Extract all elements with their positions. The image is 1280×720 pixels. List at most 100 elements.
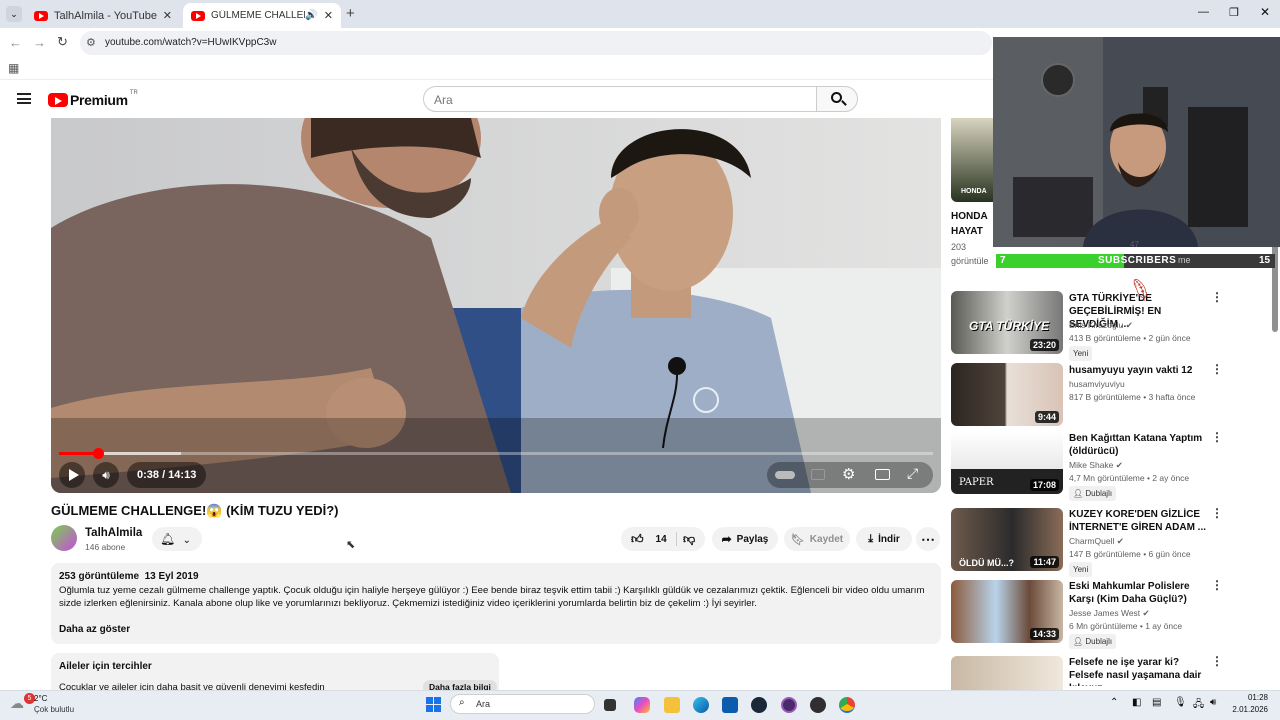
sidebar-channel-4[interactable]: CharmQuell ✔	[1069, 535, 1209, 548]
verified-icon: ✔	[1116, 536, 1124, 546]
apps-grid-icon[interactable]: ▦	[8, 61, 19, 75]
dislike-icon[interactable]: 👎︎	[683, 532, 695, 547]
video-player[interactable]: 🔊︎ 0:38 / 14:13 ⚙ ⤢	[51, 118, 941, 493]
sidebar-thumb-6[interactable]	[951, 656, 1063, 690]
search-button[interactable]	[816, 86, 858, 112]
tab-video[interactable]: GÜLMEME CHALLENGE!😱 🔊 ✕	[183, 3, 341, 28]
tab-list-chevron-icon[interactable]: ⌄	[6, 6, 22, 22]
tray-chevron-icon[interactable]: ⌃	[1110, 697, 1118, 708]
reload-icon[interactable]: ↻	[57, 34, 68, 50]
download-icon: ⤓	[868, 532, 874, 545]
sidebar-channel-1[interactable]: Enis Kirazoglu ✔	[1069, 319, 1209, 332]
sidebar-partial-meta-hidden-2: 47	[1130, 240, 1139, 249]
fullscreen-icon[interactable]: ⤢	[907, 465, 918, 482]
menu-icon[interactable]	[17, 93, 31, 104]
save-label: Kaydet	[809, 533, 844, 545]
tray-app-icon[interactable]: ◧	[1132, 697, 1141, 708]
miniplayer-icon[interactable]	[875, 469, 890, 480]
microphone-icon[interactable]: 🎙︎	[1174, 697, 1187, 708]
subtitles-icon[interactable]	[811, 469, 825, 480]
sidebar-thumb-5[interactable]: 14:33	[951, 580, 1063, 643]
sidebar-title-4[interactable]: KUZEY KORE'DEN GİZLİCE İNTERNET'E GİREN …	[1069, 508, 1207, 534]
save-button[interactable]: 🔖︎ Kaydet	[784, 527, 850, 551]
url-field[interactable]: ⚙ youtube.com/watch?v=HUwIKVppC3w	[80, 31, 992, 55]
clock-date[interactable]: 2.01.2026	[1224, 705, 1268, 714]
youtube-favicon-icon	[191, 10, 205, 21]
channel-avatar[interactable]	[51, 525, 77, 551]
file-explorer-icon[interactable]	[664, 697, 680, 713]
family-card: Aileler için tercihler Çocuklar ve ailel…	[51, 653, 499, 694]
show-less-button[interactable]: Daha az göster	[59, 624, 130, 635]
progress-track[interactable]	[59, 448, 933, 459]
app-circle-icon[interactable]	[781, 697, 797, 713]
kebab-menu-icon[interactable]: ⋮	[1211, 655, 1223, 667]
sidebar-title-3[interactable]: Ben Kağıttan Katana Yaptım (öldürücü)	[1069, 432, 1207, 458]
thumb-text: ÖLDÜ MÜ...?	[959, 558, 1014, 568]
sidebar-thumb-4[interactable]: ÖLDÜ MÜ...? 11:47	[951, 508, 1063, 571]
chrome-icon[interactable]	[839, 697, 855, 713]
restore-icon[interactable]: ❐	[1229, 6, 1239, 19]
kebab-menu-icon[interactable]: ⋮	[1211, 431, 1223, 443]
play-button[interactable]	[59, 462, 85, 488]
youtube-favicon-icon	[34, 10, 48, 21]
task-view-icon[interactable]	[604, 699, 616, 711]
kebab-menu-icon[interactable]: ⋮	[1211, 291, 1223, 303]
more-actions-button[interactable]: ⋯	[916, 527, 940, 551]
kebab-menu-icon[interactable]: ⋮	[1211, 579, 1223, 591]
share-button[interactable]: ➦ Paylaş	[712, 527, 778, 551]
minimize-icon[interactable]: —	[1198, 6, 1209, 18]
start-button[interactable]	[426, 697, 441, 712]
tab-channel[interactable]: TalhAlmila - YouTube ✕	[26, 3, 180, 28]
sidebar-title-2[interactable]: husamyuyu yayın vakti 12	[1069, 364, 1207, 377]
obs-icon[interactable]	[810, 697, 826, 713]
close-window-icon[interactable]: ✕	[1260, 5, 1270, 19]
network-icon[interactable]: 🖧	[1193, 697, 1204, 714]
like-dislike-group: 👍︎ 14 👎︎	[621, 527, 705, 551]
search-input[interactable]: Ara	[423, 86, 817, 112]
clock-time[interactable]: 01:28	[1234, 693, 1268, 702]
edge-icon[interactable]	[693, 697, 709, 713]
steam-icon[interactable]	[751, 697, 767, 713]
webcam-overlay	[993, 37, 1280, 247]
sidebar-title-5[interactable]: Eski Mahkumlar Polislere Karşı (Kim Daha…	[1069, 580, 1207, 606]
sidebar-stats-2: 817 B görüntüleme • 3 hafta önce	[1069, 392, 1196, 402]
forward-icon[interactable]: →	[33, 35, 46, 50]
sidebar-title-6[interactable]: Felsefe ne işe yarar ki? Felsefe nasıl y…	[1069, 656, 1207, 686]
speaker-icon[interactable]: 🔊︎	[1210, 697, 1216, 708]
description-box[interactable]: 253 görüntüleme 13 Eyl 2019 Oğlumla tuz …	[51, 563, 941, 644]
back-icon[interactable]: ←	[9, 35, 22, 50]
sidebar-thumb-3[interactable]: PAPER 17:08	[951, 431, 1063, 494]
sidebar-thumb-1[interactable]: GTA TÜRKİYE 23:20	[951, 291, 1063, 354]
copilot-icon[interactable]	[634, 697, 650, 713]
new-tab-button[interactable]: +	[346, 5, 355, 22]
duration-badge: 23:20	[1029, 339, 1059, 351]
sidebar-channel-3[interactable]: Mike Shake ✔	[1069, 459, 1209, 472]
duration-badge: 11:47	[1030, 556, 1059, 568]
sidebar-channel-2[interactable]: husamviyuviyu	[1069, 378, 1209, 391]
like-count[interactable]: 14	[656, 534, 667, 545]
like-icon[interactable]: 👍︎	[631, 532, 644, 547]
sidebar-thumb-2[interactable]: 9:44	[951, 363, 1063, 426]
weather-widget[interactable]: ☁ 5 2°C Çok bulutlu	[6, 693, 86, 717]
tray-app-icon-2[interactable]: ▤	[1152, 697, 1161, 708]
subscriber-goal-bar: 7 SUBSCRIBERS me 15	[996, 254, 1275, 268]
sidebar-partial-title[interactable]: HONDA HAYAT	[951, 209, 988, 239]
close-tab-icon[interactable]: ✕	[324, 9, 333, 22]
share-icon: ➦	[721, 532, 732, 546]
channel-name[interactable]: TalhAlmila	[85, 527, 142, 539]
volume-button[interactable]: 🔊︎	[93, 462, 119, 488]
taskbar-search[interactable]: ⌕ Ara	[450, 694, 595, 714]
site-info-icon[interactable]: ⚙	[86, 36, 96, 49]
store-icon[interactable]	[722, 697, 738, 713]
download-button[interactable]: ⤓ İndir	[856, 527, 912, 551]
kebab-menu-icon[interactable]: ⋮	[1211, 363, 1223, 375]
sidebar-channel-5[interactable]: Jesse James West ✔	[1069, 607, 1209, 620]
kebab-menu-icon[interactable]: ⋮	[1211, 507, 1223, 519]
download-label: İndir	[878, 533, 900, 545]
close-tab-icon[interactable]: ✕	[163, 9, 172, 22]
notification-bell-button[interactable]: 🔔︎ ⌄	[152, 527, 202, 551]
audio-playing-icon[interactable]: 🔊	[305, 10, 317, 21]
autoplay-toggle[interactable]	[775, 471, 795, 479]
settings-icon[interactable]: ⚙	[842, 465, 855, 483]
youtube-logo[interactable]: Premium TR	[48, 90, 138, 108]
